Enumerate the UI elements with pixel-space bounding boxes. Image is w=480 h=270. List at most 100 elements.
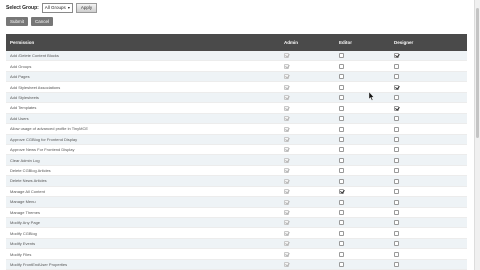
designer-cell: [394, 196, 467, 208]
editor-cell: [339, 60, 394, 72]
admin-cell: [284, 113, 339, 125]
permission-label: Add Stylesheet Associations: [6, 81, 284, 93]
designer-checkbox[interactable]: [394, 74, 399, 80]
admin-cell: [284, 186, 339, 198]
designer-checkbox[interactable]: [394, 157, 399, 163]
designer-checkbox[interactable]: [394, 95, 399, 101]
editor-checkbox[interactable]: [339, 262, 344, 268]
editor-checkbox[interactable]: [339, 189, 344, 195]
designer-checkbox[interactable]: [394, 220, 399, 226]
permission-label: Modify FrontEndUser Properties: [6, 259, 284, 270]
vertical-scrollbar[interactable]: [474, 0, 480, 270]
designer-cell: [394, 259, 467, 270]
designer-checkbox[interactable]: [394, 126, 399, 132]
column-header-designer: Designer: [394, 34, 467, 51]
editor-cell: [339, 165, 394, 177]
editor-checkbox[interactable]: [339, 136, 344, 142]
designer-checkbox[interactable]: [394, 53, 399, 59]
designer-checkbox[interactable]: [394, 168, 399, 174]
editor-checkbox[interactable]: [339, 105, 344, 111]
designer-cell: [394, 175, 467, 187]
admin-checkbox: [284, 84, 289, 90]
editor-cell: [339, 175, 394, 187]
editor-checkbox[interactable]: [339, 168, 344, 174]
designer-checkbox[interactable]: [394, 116, 399, 122]
admin-cell: [284, 165, 339, 177]
designer-checkbox[interactable]: [394, 210, 399, 215]
designer-checkbox[interactable]: [394, 63, 399, 69]
group-select[interactable]: All Groups ▾: [41, 2, 73, 13]
designer-cell: [394, 248, 467, 260]
permission-label: Manage Menu: [6, 196, 284, 208]
admin-checkbox: [284, 178, 289, 184]
scrollbar-thumb[interactable]: [476, 8, 479, 138]
editor-checkbox[interactable]: [339, 147, 344, 153]
editor-checkbox[interactable]: [339, 230, 344, 236]
editor-cell: [339, 186, 394, 198]
designer-checkbox[interactable]: [394, 178, 399, 184]
admin-checkbox: [284, 199, 289, 205]
editor-checkbox[interactable]: [339, 63, 344, 69]
editor-checkbox[interactable]: [339, 178, 344, 184]
editor-checkbox[interactable]: [339, 220, 344, 226]
editor-checkbox[interactable]: [339, 95, 344, 101]
admin-cell: [284, 102, 339, 114]
admin-checkbox: [284, 251, 289, 257]
designer-cell: [394, 92, 467, 104]
permission-label: Approve News For Frontend Display: [6, 144, 284, 156]
editor-checkbox[interactable]: [339, 53, 344, 59]
admin-checkbox: [284, 63, 289, 69]
designer-checkbox[interactable]: [394, 84, 399, 90]
editor-checkbox[interactable]: [339, 241, 344, 247]
permission-label: Add /Delete Content Blocks: [6, 51, 284, 62]
editor-cell: [339, 102, 394, 114]
admin-cell: [284, 134, 339, 145]
designer-checkbox[interactable]: [394, 199, 399, 205]
admin-cell: [284, 175, 339, 187]
admin-checkbox: [284, 53, 289, 59]
editor-checkbox[interactable]: [339, 116, 344, 122]
cancel-button[interactable]: Cancel: [31, 17, 54, 26]
table-row: Modify CGBlog: [6, 227, 467, 239]
designer-checkbox[interactable]: [394, 262, 399, 268]
editor-checkbox[interactable]: [339, 157, 344, 163]
permission-label: Allow usage of advanced profile in TinyM…: [6, 123, 284, 135]
editor-cell: [339, 81, 394, 93]
designer-cell: [394, 71, 467, 83]
admin-checkbox: [284, 74, 289, 80]
designer-checkbox[interactable]: [394, 105, 399, 111]
editor-cell: [339, 113, 394, 125]
editor-checkbox[interactable]: [339, 210, 344, 215]
editor-checkbox[interactable]: [339, 74, 344, 80]
admin-checkbox: [284, 189, 289, 195]
table-row: Modify Files: [6, 248, 467, 260]
admin-cell: [284, 71, 339, 83]
column-header-admin: Admin: [284, 34, 339, 51]
admin-checkbox: [284, 157, 289, 163]
table-row: Manage Themes: [6, 207, 467, 219]
designer-checkbox[interactable]: [394, 189, 399, 195]
table-row: Add Stylesheet Associations: [6, 81, 467, 93]
admin-cell: [284, 227, 339, 239]
permission-label: Add Pages: [6, 71, 284, 83]
editor-checkbox[interactable]: [339, 199, 344, 205]
admin-checkbox: [284, 95, 289, 101]
editor-checkbox[interactable]: [339, 126, 344, 132]
admin-cell: [284, 238, 339, 250]
admin-cell: [284, 154, 339, 166]
designer-checkbox[interactable]: [394, 147, 399, 153]
designer-checkbox[interactable]: [394, 251, 399, 257]
submit-button[interactable]: Submit: [6, 17, 29, 26]
admin-cell: [284, 207, 339, 219]
designer-checkbox[interactable]: [394, 230, 399, 236]
editor-checkbox[interactable]: [339, 251, 344, 257]
table-row: Modify Events: [6, 238, 467, 250]
editor-checkbox[interactable]: [339, 84, 344, 90]
designer-checkbox[interactable]: [394, 136, 399, 142]
mouse-pointer-icon: [369, 92, 375, 101]
apply-button[interactable]: Apply: [75, 2, 98, 13]
permission-label: Modify Events: [6, 238, 284, 250]
designer-checkbox[interactable]: [394, 241, 399, 247]
table-row: Allow usage of advanced profile in TinyM…: [6, 123, 467, 135]
permission-label: Modify CGBlog: [6, 227, 284, 239]
